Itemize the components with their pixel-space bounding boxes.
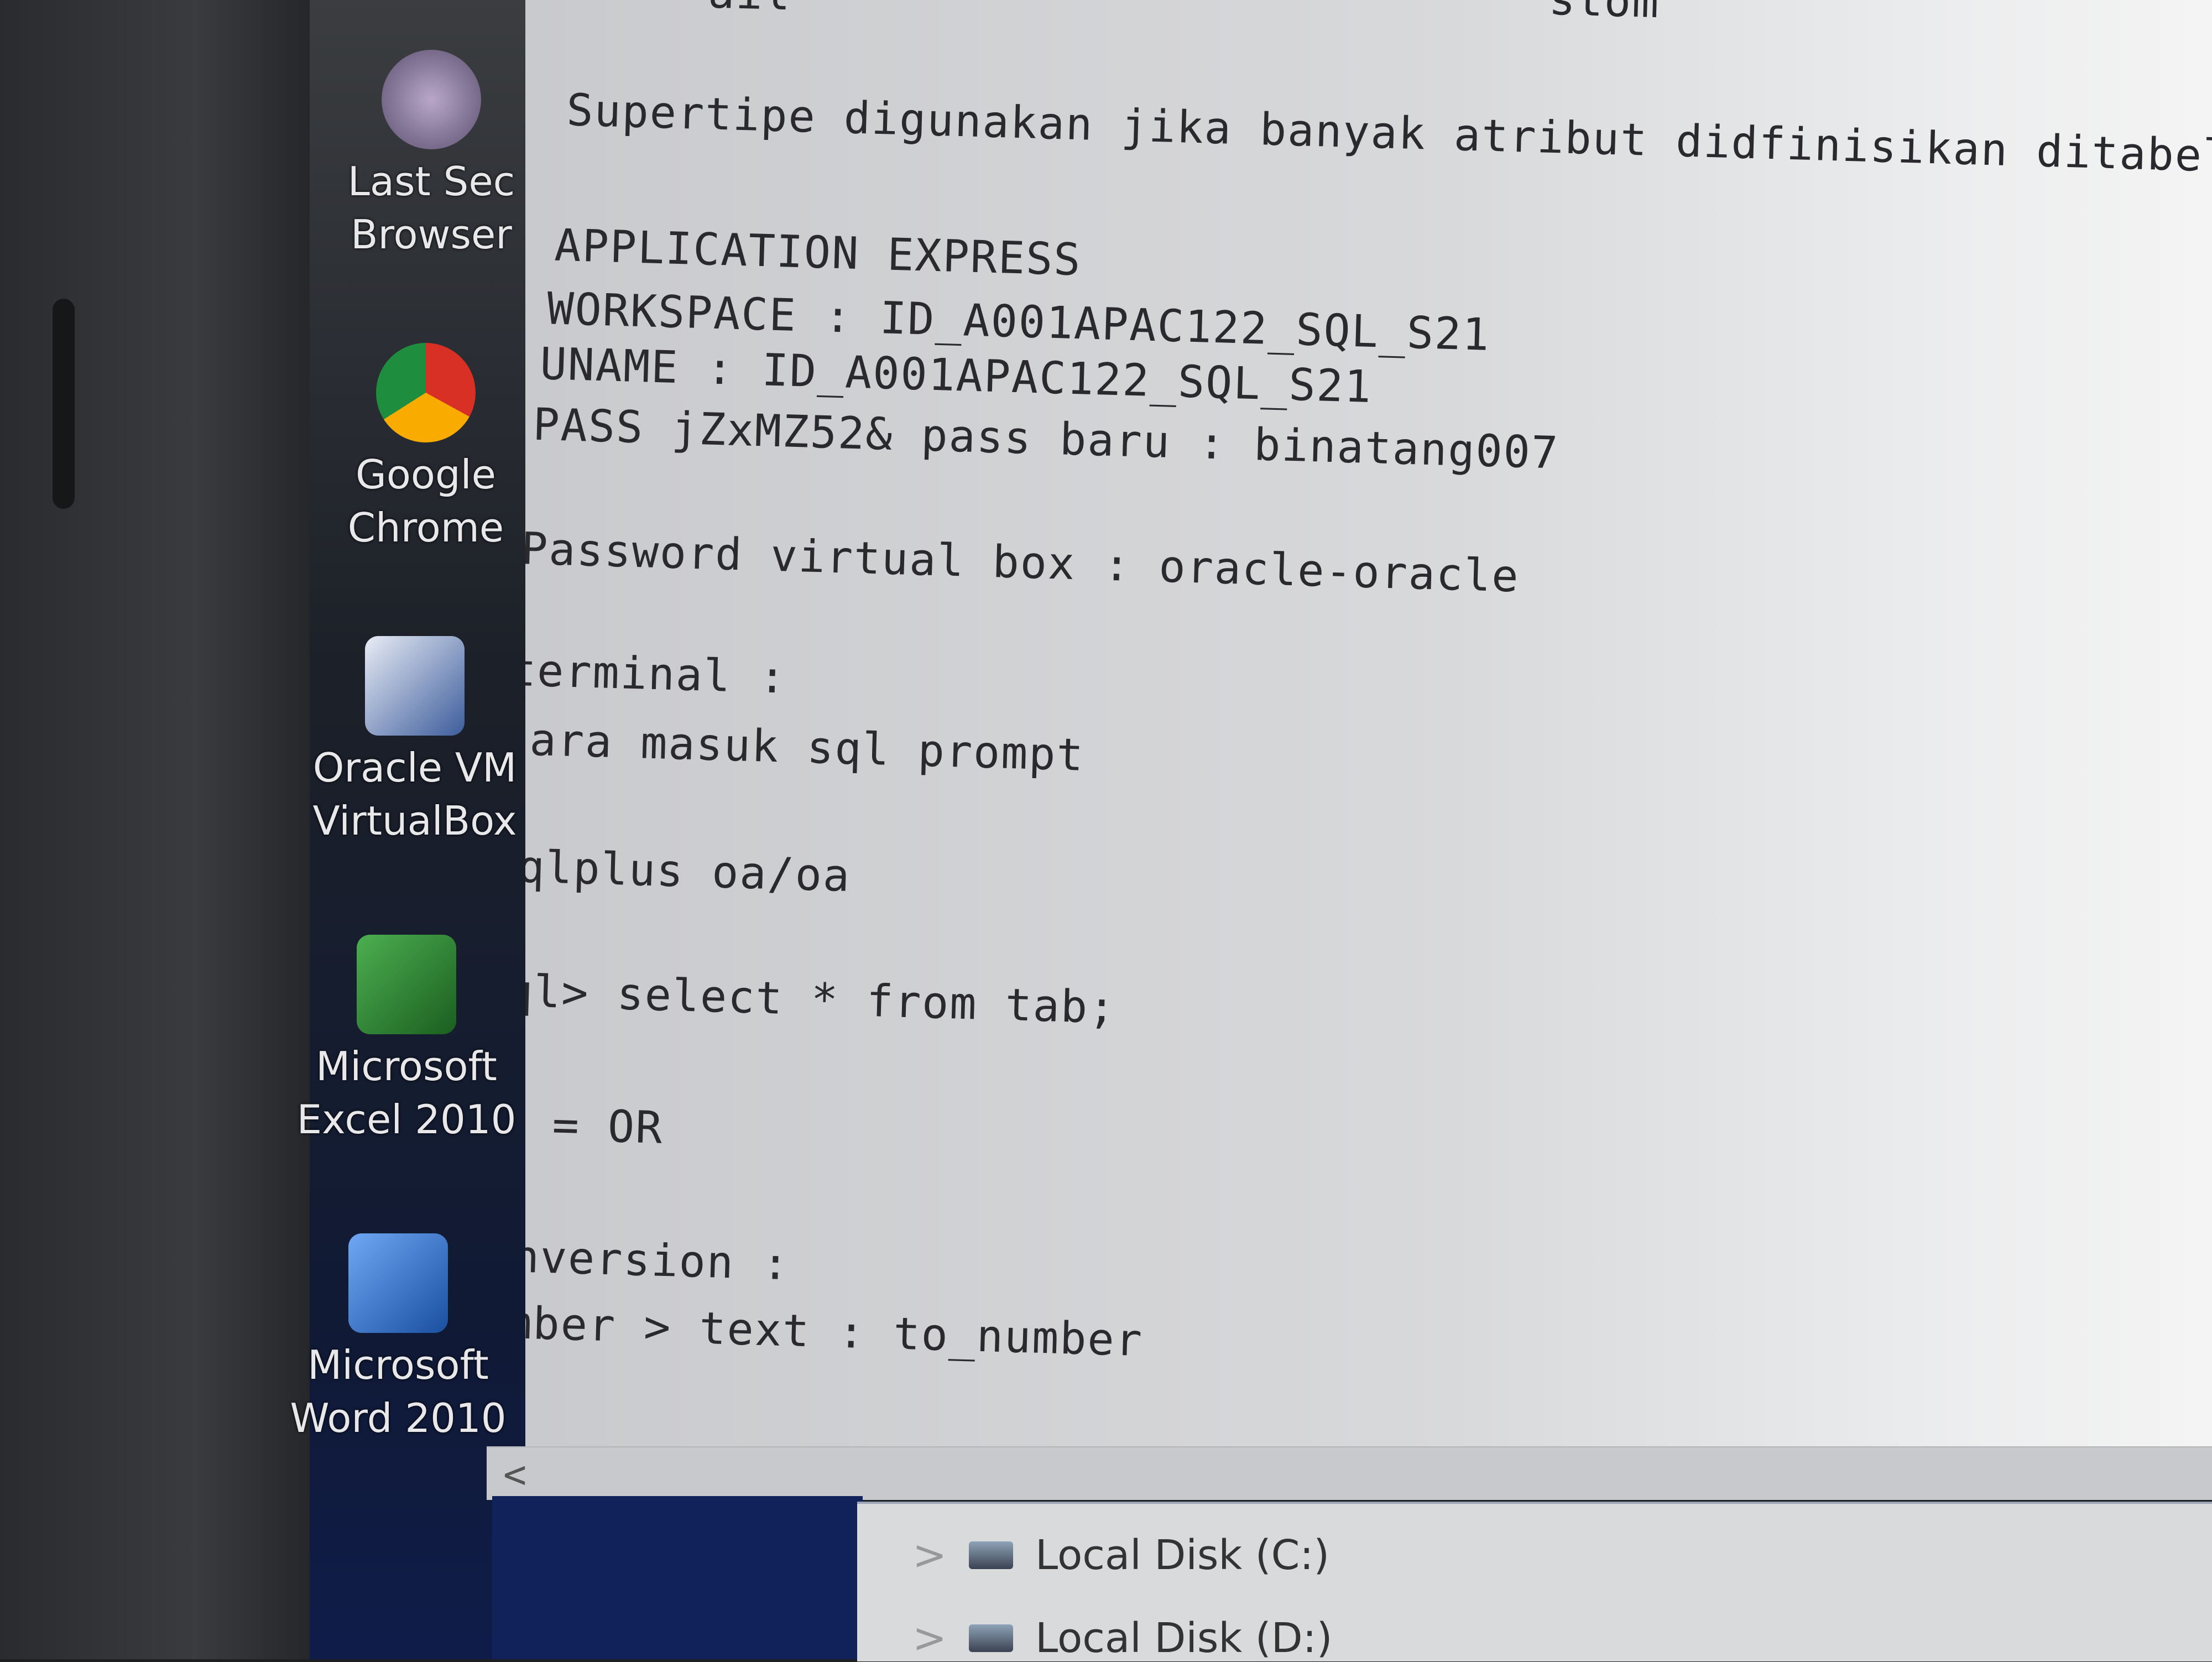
icon-label: Word 2010 xyxy=(290,1395,507,1441)
drive-icon xyxy=(969,1541,1014,1569)
text-line: PASS jZxMZ52& pass baru : binatang007 xyxy=(532,398,1560,479)
desktop-icon-virtualbox[interactable]: Oracle VM VirtualBox xyxy=(304,636,525,847)
text-editor[interactable]: ail stom Supertipe digunakan jika banyak… xyxy=(525,0,2212,1449)
expand-chevron-icon[interactable]: > xyxy=(912,1614,947,1662)
text-line: IN = OR xyxy=(551,1099,664,1154)
text-line: cara masuk sql prompt xyxy=(525,713,1086,781)
text-line: Password virtual box : oracle-oracle xyxy=(525,523,1520,602)
excel-icon xyxy=(357,935,456,1034)
desktop-icon-chrome[interactable]: Google Chrome xyxy=(315,343,536,554)
bezel-slot xyxy=(53,299,75,509)
monitor-bezel xyxy=(0,0,326,1659)
editor-content[interactable]: ail stom Supertipe digunakan jika banyak… xyxy=(525,0,2212,1449)
icon-label: Google xyxy=(356,451,496,498)
virtualbox-icon xyxy=(365,636,465,736)
icon-label: Last Sec xyxy=(347,158,515,205)
tree-item-local-disk-c[interactable]: > Local Disk (C:) xyxy=(912,1531,1329,1579)
text-line: number > text : to_number xyxy=(525,1295,1144,1367)
top-fragment: stom xyxy=(1548,0,1661,28)
icon-label: Microsoft xyxy=(316,1043,497,1090)
text-line: sql> select * from tab; xyxy=(525,964,1117,1034)
icon-label: Microsoft xyxy=(307,1342,489,1388)
chrome-icon xyxy=(376,343,476,442)
scroll-left-arrow-icon[interactable]: < xyxy=(503,1452,526,1497)
text-line: sqlplus oa/oa xyxy=(525,840,852,902)
word-icon xyxy=(348,1233,448,1333)
text-line: terminal : xyxy=(525,644,787,704)
tree-item-local-disk-d[interactable]: > Local Disk (D:) xyxy=(912,1614,1332,1662)
icon-label: Excel 2010 xyxy=(296,1096,517,1143)
icon-label: Chrome xyxy=(347,504,504,551)
desktop-background xyxy=(492,1496,863,1659)
browser-icon xyxy=(382,50,481,149)
desktop-icon-excel[interactable]: Microsoft Excel 2010 xyxy=(296,935,517,1146)
desktop-icon-word[interactable]: Microsoft Word 2010 xyxy=(288,1233,509,1445)
file-explorer-nav-pane: > Local Disk (C:) > Local Disk (D:) xyxy=(857,1502,2212,1662)
text-line: Conversion : xyxy=(525,1229,791,1290)
tree-item-label: Local Disk (D:) xyxy=(1035,1614,1333,1662)
tree-item-label: Local Disk (C:) xyxy=(1035,1531,1330,1579)
expand-chevron-icon[interactable]: > xyxy=(912,1531,947,1579)
icon-label: Oracle VM xyxy=(312,744,517,791)
icon-label: VirtualBox xyxy=(312,798,517,844)
text-line: APPLICATION EXPRESS xyxy=(554,219,1082,286)
icon-label: Browser xyxy=(351,211,512,258)
horizontal-scrollbar[interactable]: < xyxy=(487,1446,2212,1500)
top-fragment: ail xyxy=(707,0,792,20)
desktop-icon-browser[interactable]: Last Sec Browser xyxy=(321,50,542,261)
drive-icon xyxy=(969,1624,1014,1652)
text-line: Supertipe digunakan jika banyak atribut … xyxy=(566,84,2212,183)
